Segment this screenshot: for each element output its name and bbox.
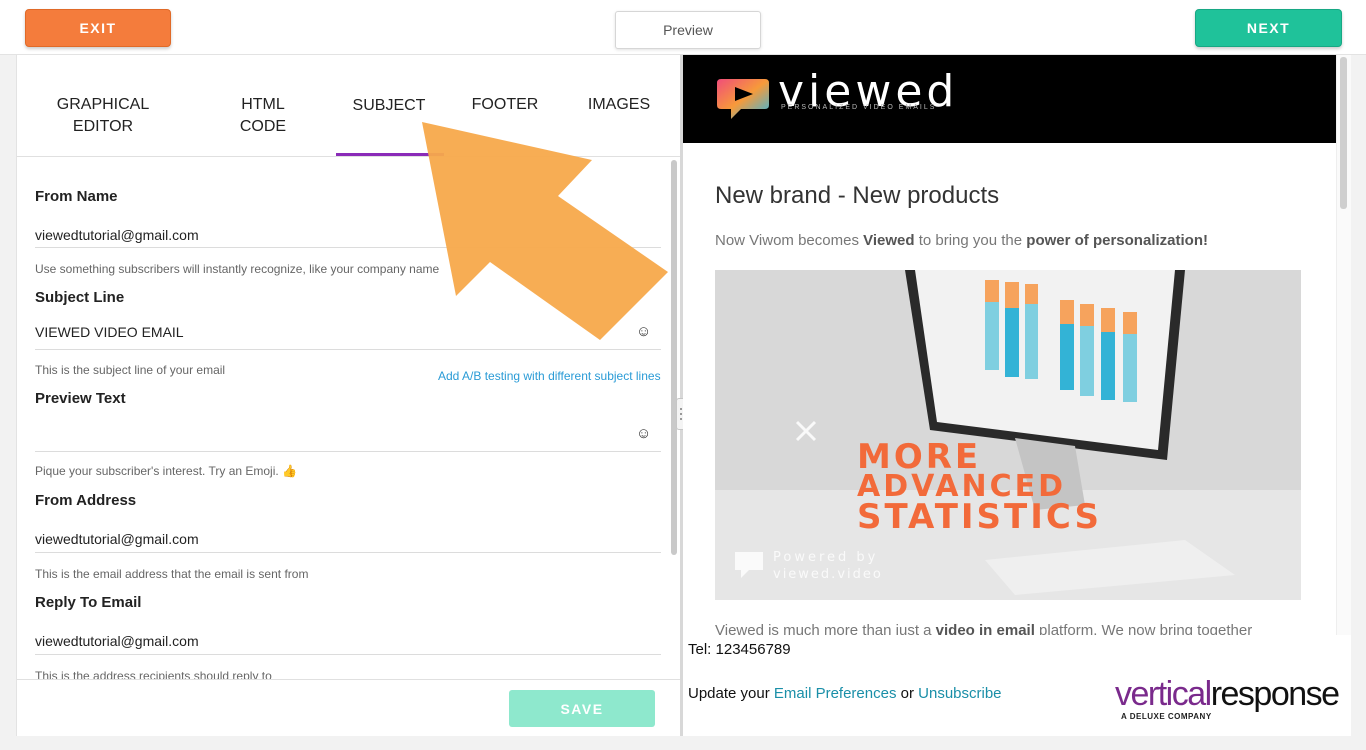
save-bar: SAVE (17, 679, 680, 736)
email-intro: Now Viwom becomes Viewed to bring you th… (715, 232, 1208, 249)
preview-text-underline (35, 451, 661, 452)
footer-preferences: Update your Email Preferences or Unsubsc… (688, 685, 1002, 702)
hero-illustration: MORE ADVANCED STATISTICS Powered by view… (715, 270, 1301, 600)
preview-button[interactable]: Preview (615, 11, 761, 49)
tab-html-code[interactable]: HTML CODE (223, 94, 303, 138)
exit-button[interactable]: EXIT (25, 9, 171, 47)
from-address-input[interactable]: viewedtutorial@gmail.com (35, 531, 199, 547)
email-body-text: Viewed is much more than just a video in… (715, 622, 1253, 635)
unsubscribe-link[interactable]: Unsubscribe (918, 685, 1001, 702)
preview-text-label: Preview Text (35, 390, 126, 407)
footer-telephone: Tel: 123456789 (688, 641, 791, 658)
hero-video-image[interactable]: MORE ADVANCED STATISTICS Powered by view… (715, 270, 1301, 600)
verticalresponse-logo: verticalresponse A DELUXE COMPANY (1115, 675, 1340, 721)
hero-site-text: viewed.video (773, 567, 883, 582)
editor-tabs: GRAPHICAL EDITOR HTML CODE SUBJECT FOOTE… (17, 55, 680, 157)
preview-scrollbar[interactable] (1340, 57, 1347, 209)
reply-to-input[interactable]: viewedtutorial@gmail.com (35, 633, 199, 649)
from-address-help: This is the email address that the email… (35, 567, 309, 581)
from-name-underline (35, 247, 661, 248)
from-name-help: Use something subscribers will instantly… (35, 262, 440, 276)
email-footer-preview: Tel: 123456789 Update your Email Prefere… (683, 635, 1351, 736)
form-scrollbar[interactable] (671, 160, 677, 555)
subject-form: From Name viewedtutorial@gmail.com Use s… (17, 158, 680, 683)
emoji-icon[interactable]: ☺ (636, 323, 651, 340)
from-address-underline (35, 552, 661, 553)
viewed-logo-icon (717, 79, 769, 119)
tab-images[interactable]: IMAGES (581, 94, 657, 116)
from-name-input[interactable]: viewedtutorial@gmail.com (35, 227, 199, 243)
editor-panel: GRAPHICAL EDITOR HTML CODE SUBJECT FOOTE… (16, 55, 680, 736)
from-address-label: From Address (35, 492, 137, 509)
email-preview: viewed PERSONALIZED VIDEO EMAILS New bra… (683, 55, 1351, 635)
viewed-logo-tagline: PERSONALIZED VIDEO EMAILS (781, 104, 937, 111)
ab-testing-link[interactable]: Add A/B testing with different subject l… (438, 369, 661, 383)
from-name-label: From Name (35, 188, 118, 205)
hero-powered-text: Powered by (773, 550, 878, 565)
emoji-icon[interactable]: ☺ (636, 425, 651, 442)
save-button[interactable]: SAVE (509, 690, 655, 727)
email-preferences-link[interactable]: Email Preferences (774, 685, 897, 702)
tab-subject[interactable]: SUBJECT (337, 95, 441, 117)
reply-to-label: Reply To Email (35, 594, 142, 611)
reply-to-underline (35, 654, 661, 655)
tab-graphical-editor[interactable]: GRAPHICAL EDITOR (53, 94, 153, 138)
preview-header: viewed PERSONALIZED VIDEO EMAILS (683, 55, 1336, 143)
subject-line-underline (35, 349, 661, 350)
preview-text-help: Pique your subscriber's interest. Try an… (35, 464, 297, 478)
preview-text-input[interactable] (35, 426, 625, 444)
next-button[interactable]: NEXT (1195, 9, 1342, 47)
top-bar: EXIT Preview NEXT (0, 0, 1366, 55)
hero-text-line3: STATISTICS (857, 497, 1102, 537)
tab-footer[interactable]: FOOTER (467, 94, 543, 116)
email-headline: New brand - New products (715, 182, 1000, 209)
subject-line-label: Subject Line (35, 289, 125, 306)
subject-line-help: This is the subject line of your email (35, 363, 226, 377)
subject-line-input[interactable]: VIEWED VIDEO EMAIL (35, 324, 184, 340)
active-tab-indicator (336, 153, 444, 156)
